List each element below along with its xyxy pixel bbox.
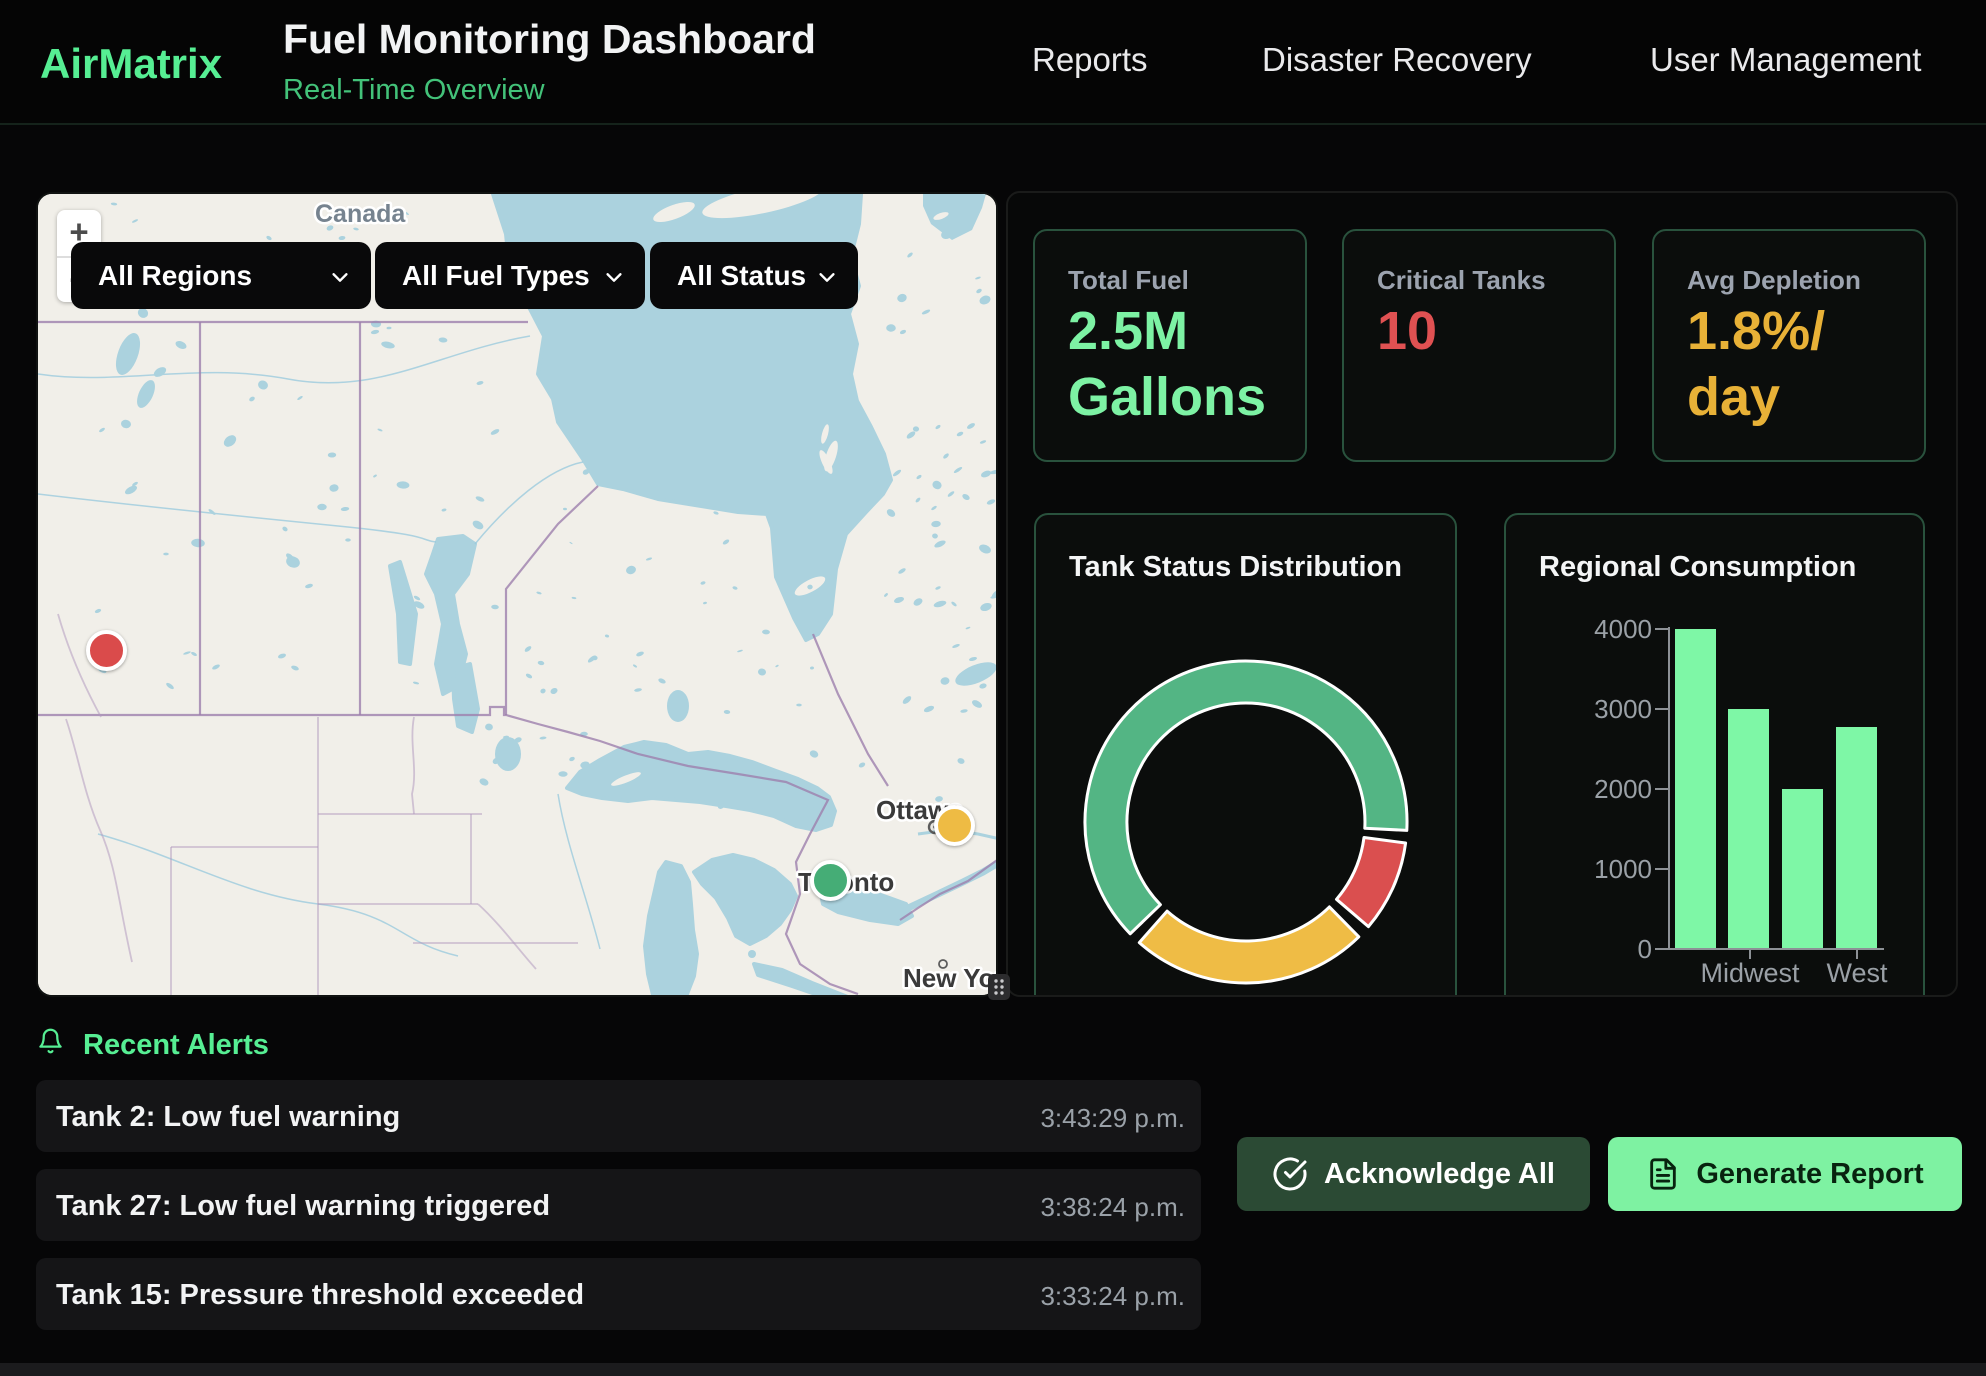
svg-text:New York: New York bbox=[903, 963, 998, 993]
svg-text:West: West bbox=[1826, 958, 1888, 988]
svg-text:Canada: Canada bbox=[315, 200, 406, 228]
svg-text:3000: 3000 bbox=[1594, 694, 1652, 724]
svg-text:2000: 2000 bbox=[1594, 774, 1652, 804]
svg-text:Midwest: Midwest bbox=[1700, 958, 1800, 988]
svg-text:1000: 1000 bbox=[1594, 854, 1652, 884]
svg-text:4000: 4000 bbox=[1594, 614, 1652, 644]
svg-text:0: 0 bbox=[1638, 934, 1652, 964]
